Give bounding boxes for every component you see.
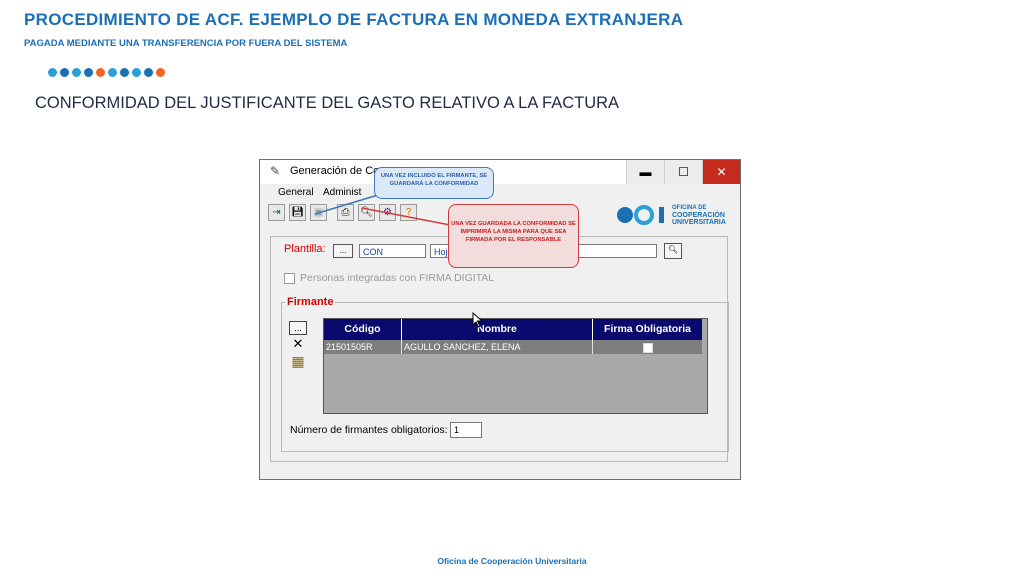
callout-save: UNA VEZ INCLUIDO EL FIRMANTE, SE GUARDAR… bbox=[374, 167, 494, 199]
mouse-cursor-icon bbox=[472, 312, 484, 328]
callout-pointers bbox=[314, 194, 451, 226]
callout-print: UNA VEZ GUARDADA LA CONFORMIDAD SE IMPRI… bbox=[448, 204, 579, 268]
slide-footer: Oficina de Cooperación Universitaria bbox=[437, 556, 587, 566]
